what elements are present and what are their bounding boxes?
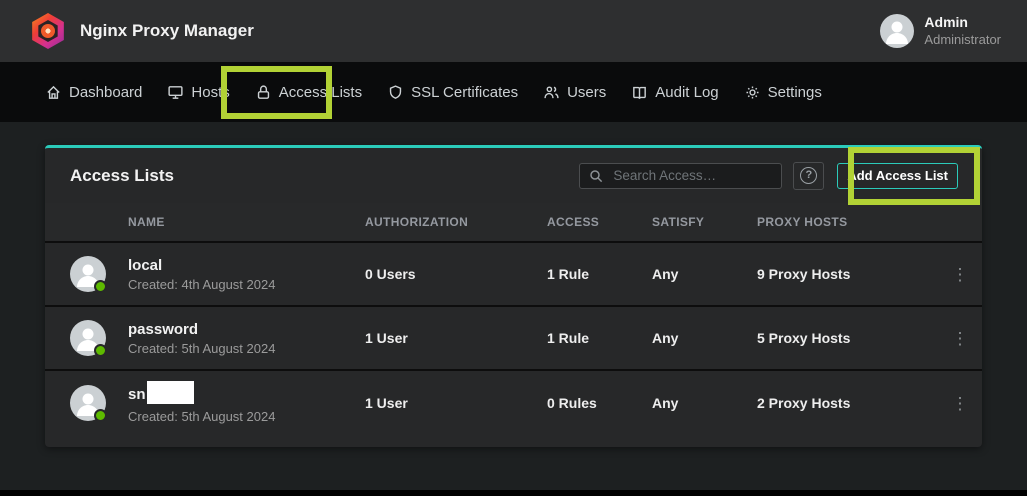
- main-nav: Dashboard Hosts Access Lists SSL Certifi…: [0, 62, 1027, 122]
- access-lists-panel: Access Lists Add Access List NAME AUTHOR…: [45, 145, 982, 447]
- row-menu-button[interactable]: ⋮: [938, 395, 982, 412]
- help-icon: [800, 167, 817, 184]
- proxy-hosts-value: 5 Proxy Hosts: [757, 330, 938, 346]
- column-header-access: ACCESS: [547, 215, 652, 229]
- nav-item-users[interactable]: Users: [543, 84, 606, 101]
- table-header: NAME AUTHORIZATION ACCESS SATISFY PROXY …: [45, 203, 982, 243]
- authorization-value: 0 Users: [365, 266, 547, 282]
- app-title: Nginx Proxy Manager: [80, 21, 254, 41]
- access-value: 0 Rules: [547, 395, 652, 411]
- online-status-dot: [94, 344, 107, 357]
- row-avatar: [70, 320, 106, 356]
- nav-item-label: Dashboard: [69, 84, 142, 101]
- book-icon: [631, 84, 648, 101]
- nav-item-label: Users: [567, 84, 606, 101]
- monitor-icon: [167, 84, 184, 101]
- column-header-authorization: AUTHORIZATION: [365, 215, 547, 229]
- access-list-name: sn: [128, 386, 146, 403]
- nav-item-label: Hosts: [191, 84, 229, 101]
- column-header-name: NAME: [128, 215, 365, 229]
- add-access-list-button[interactable]: Add Access List: [837, 163, 958, 189]
- online-status-dot: [94, 409, 107, 422]
- nav-item-settings[interactable]: Settings: [744, 84, 822, 101]
- panel-header: Access Lists Add Access List: [45, 148, 982, 203]
- user-avatar: [880, 14, 914, 48]
- app-header: Nginx Proxy Manager Admin Administrator: [0, 0, 1027, 62]
- table-row[interactable]: local Created: 4th August 2024 0 Users 1…: [45, 243, 982, 307]
- shield-icon: [387, 84, 404, 101]
- nav-item-ssl-certificates[interactable]: SSL Certificates: [387, 84, 518, 101]
- redaction-box: [147, 381, 194, 404]
- person-icon: [880, 14, 914, 48]
- authorization-value: 1 User: [365, 395, 547, 411]
- nav-item-label: Settings: [768, 84, 822, 101]
- access-list-name: password: [128, 321, 365, 338]
- row-avatar: [70, 385, 106, 421]
- user-name: Admin: [924, 14, 1001, 32]
- table-row[interactable]: password Created: 5th August 2024 1 User…: [45, 307, 982, 371]
- row-menu-button[interactable]: ⋮: [938, 266, 982, 283]
- proxy-hosts-value: 2 Proxy Hosts: [757, 395, 938, 411]
- row-avatar: [70, 256, 106, 292]
- nav-item-label: SSL Certificates: [411, 84, 518, 101]
- authorization-value: 1 User: [365, 330, 547, 346]
- users-icon: [543, 84, 560, 101]
- lock-icon: [255, 84, 272, 101]
- screenshot-bottom-strip: [0, 490, 1027, 496]
- satisfy-value: Any: [652, 395, 757, 411]
- table-row[interactable]: sn Created: 5th August 2024 1 User 0 Rul…: [45, 371, 982, 435]
- proxy-hosts-value: 9 Proxy Hosts: [757, 266, 938, 282]
- nav-item-access-lists[interactable]: Access Lists: [255, 84, 362, 101]
- user-role: Administrator: [924, 32, 1001, 48]
- online-status-dot: [94, 280, 107, 293]
- user-menu[interactable]: Admin Administrator: [880, 14, 1001, 48]
- search-input[interactable]: [579, 163, 782, 189]
- search-icon: [588, 168, 604, 184]
- satisfy-value: Any: [652, 266, 757, 282]
- nav-item-hosts[interactable]: Hosts: [167, 84, 229, 101]
- satisfy-value: Any: [652, 330, 757, 346]
- row-menu-button[interactable]: ⋮: [938, 330, 982, 347]
- nav-item-audit-log[interactable]: Audit Log: [631, 84, 718, 101]
- home-icon: [45, 84, 62, 101]
- nav-item-label: Access Lists: [279, 84, 362, 101]
- access-list-name: local: [128, 257, 365, 274]
- nav-item-dashboard[interactable]: Dashboard: [45, 84, 142, 101]
- page-title: Access Lists: [70, 166, 174, 186]
- help-button[interactable]: [793, 162, 824, 190]
- nginx-proxy-manager-logo-icon: [30, 13, 66, 49]
- access-value: 1 Rule: [547, 330, 652, 346]
- created-date: Created: 5th August 2024: [128, 341, 365, 356]
- created-date: Created: 5th August 2024: [128, 409, 365, 424]
- nav-item-label: Audit Log: [655, 84, 718, 101]
- column-header-proxy-hosts: PROXY HOSTS: [757, 215, 938, 229]
- column-header-satisfy: SATISFY: [652, 215, 757, 229]
- search-box: [579, 163, 782, 189]
- access-value: 1 Rule: [547, 266, 652, 282]
- gear-icon: [744, 84, 761, 101]
- created-date: Created: 4th August 2024: [128, 277, 365, 292]
